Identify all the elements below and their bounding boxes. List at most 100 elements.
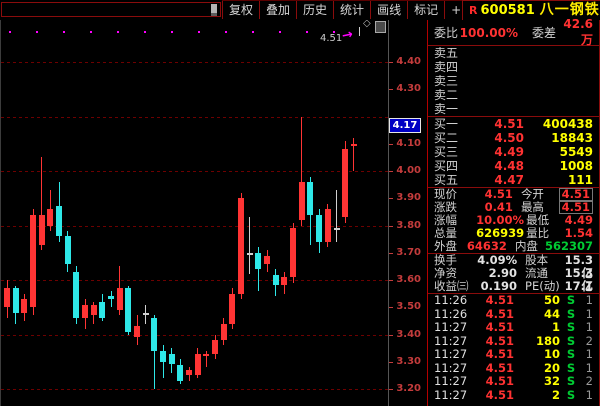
candle [134, 326, 140, 337]
toolbar-button-标记[interactable]: 标记 [408, 1, 445, 19]
alert-arrow-icon: → [341, 27, 355, 44]
candle [125, 288, 131, 332]
weibi-value: 100.00% [458, 26, 518, 40]
axis-tick [389, 280, 393, 281]
sell-row[interactable]: 卖一 [428, 102, 599, 116]
stock-app-window: { "toolbar": { "buttons": ["复权","叠加","历史… [0, 0, 600, 406]
tick-count: 1 [577, 308, 593, 322]
gridline [1, 280, 388, 281]
tick-row: 11:264.5144S1 [428, 308, 599, 322]
candle [65, 236, 71, 263]
sell-row[interactable]: 卖二 [428, 88, 599, 102]
buy-volume: 1008 [524, 159, 593, 173]
axis-tick [389, 307, 393, 308]
candle-wick [336, 190, 337, 242]
axis-label: 3.30 [395, 356, 421, 367]
candle [56, 206, 62, 236]
tick-time: 11:27 [434, 335, 470, 349]
buy-row[interactable]: 买四4.481008 [428, 159, 599, 173]
sell-volume [524, 102, 593, 116]
axis-label: 4.00 [395, 165, 421, 176]
buy-row[interactable]: 买二4.5018843 [428, 131, 599, 145]
candle [273, 275, 279, 286]
pin-icon [211, 4, 217, 16]
candlestick-chart[interactable]: 4.51 → ◇ [0, 20, 388, 406]
sell-price [466, 46, 524, 60]
stock-code: 600581 [480, 1, 534, 20]
axis-tick [389, 253, 393, 254]
candle [290, 228, 296, 277]
buy-row[interactable]: 买五4.47111 [428, 173, 599, 187]
buy-row[interactable]: 买三4.495549 [428, 145, 599, 159]
candle [195, 354, 201, 376]
sell-row[interactable]: 卖五 [428, 46, 599, 60]
quote-panel: 委比 100.00% 委差 42.6万 卖五卖四卖三卖二卖一 买一4.51400… [427, 20, 600, 406]
sell-price [466, 60, 524, 74]
quote-stat-value-text: 4.51 [485, 187, 513, 201]
tick-count: 1 [577, 321, 593, 335]
maximize-pane-icon[interactable] [375, 21, 386, 33]
tick-time: 11:27 [434, 375, 470, 389]
axis-tick [389, 198, 393, 199]
sell-level-label: 卖一 [434, 102, 466, 116]
axis-label: 3.60 [395, 274, 421, 285]
buy-queue: 买一4.51400438买二4.5018843买三4.495549买四4.481… [428, 117, 599, 187]
tick-side: S [565, 294, 577, 308]
tick-price: 4.51 [470, 335, 514, 349]
title-input-box[interactable] [1, 2, 221, 17]
gridline [1, 171, 388, 172]
axis-tick [389, 362, 393, 363]
quote-stat-value-text: 626939 [476, 226, 524, 240]
axis-label: 3.20 [395, 383, 421, 394]
fund-stat-value-text: 0.190 [481, 279, 517, 293]
sell-row[interactable]: 卖四 [428, 60, 599, 74]
sell-row[interactable]: 卖三 [428, 74, 599, 88]
candle [91, 305, 97, 316]
quote-stat-value-text: 4.49 [565, 213, 593, 227]
tick-count: 1 [577, 294, 593, 308]
weicha-value: 42.6万 [556, 17, 593, 48]
gridline [1, 117, 388, 118]
tick-time: 11:27 [434, 389, 470, 403]
buy-level-label: 买三 [434, 145, 466, 159]
tick-volume: 1 [514, 321, 560, 335]
tick-count: 1 [577, 362, 593, 376]
sell-price [466, 88, 524, 102]
tick-time: 11:27 [434, 348, 470, 362]
gridline [1, 335, 388, 336]
candle [334, 228, 340, 230]
gridline [1, 62, 388, 63]
weicha-label: 委差 [532, 24, 556, 41]
candle [212, 340, 218, 354]
tick-count: 2 [577, 335, 593, 349]
candle [143, 313, 149, 315]
candle [73, 272, 79, 318]
axis-label: 4.40 [395, 56, 421, 67]
tick-row: 11:274.511S1 [428, 321, 599, 335]
candle [281, 277, 287, 285]
candle [351, 144, 357, 147]
toolbar-button-叠加[interactable]: 叠加 [260, 1, 297, 19]
price-tag: 4.17 [389, 118, 421, 133]
candle [160, 351, 166, 362]
candle [186, 370, 192, 376]
sell-level-label: 卖二 [434, 88, 466, 102]
toolbar-button-复权[interactable]: 复权 [222, 1, 260, 19]
tick-volume: 20 [514, 362, 560, 376]
candle [169, 354, 175, 365]
tick-volume: 50 [514, 294, 560, 308]
buy-row[interactable]: 买一4.51400438 [428, 117, 599, 131]
candle [99, 302, 105, 318]
quote-stat-value-text: 10.00% [476, 213, 524, 227]
toolbar-button-历史[interactable]: 历史 [297, 1, 334, 19]
tick-volume: 2 [514, 389, 560, 403]
alert-price-label: 4.51 [320, 33, 342, 44]
axis-label: 3.50 [395, 301, 421, 312]
gridline [1, 389, 388, 390]
quote-stat-value-text: 562307 [545, 239, 593, 253]
tick-time: 11:27 [434, 362, 470, 376]
candle [264, 256, 270, 264]
candle [39, 215, 45, 245]
toolbar-button-统计[interactable]: 统计 [334, 1, 371, 19]
toolbar-button-画线[interactable]: 画线 [371, 1, 408, 19]
